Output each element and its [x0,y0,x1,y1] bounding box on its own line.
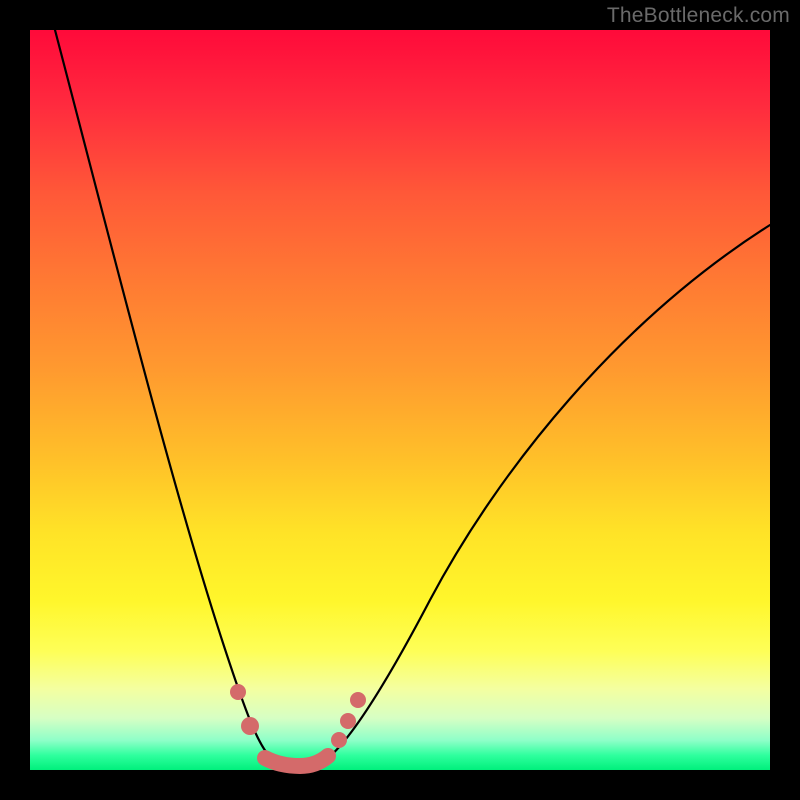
chart-frame: TheBottleneck.com [0,0,800,800]
chart-overlay [0,0,800,800]
marker-dot [340,713,356,729]
bottleneck-curve [55,30,770,769]
marker-dot [241,717,259,735]
marker-dot [350,692,366,708]
marker-dot [230,684,246,700]
marker-sausage [265,756,328,766]
marker-dot [331,732,347,748]
